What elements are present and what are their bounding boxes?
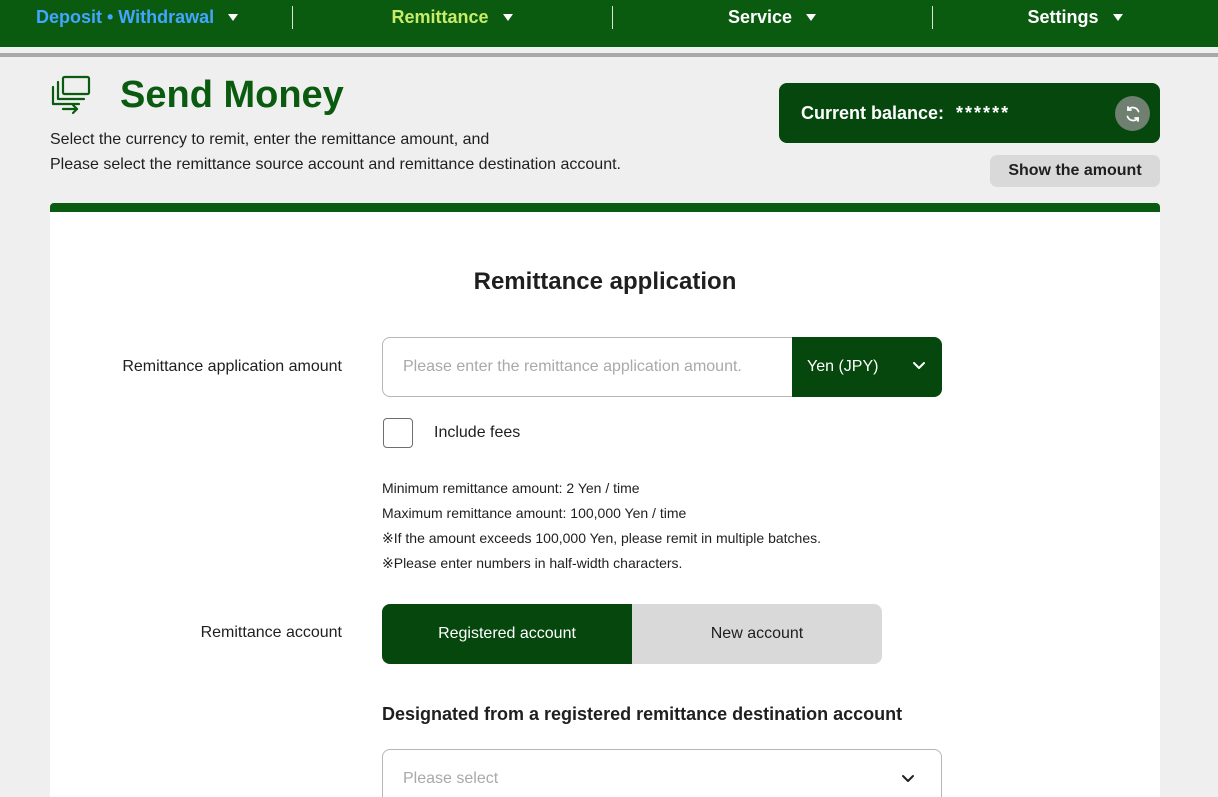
nav-remittance[interactable]: Remittance [292, 0, 612, 34]
registered-account-tab[interactable]: Registered account [382, 604, 632, 664]
amount-label: Remittance application amount [122, 358, 342, 375]
money-transfer-icon [50, 75, 92, 117]
chevron-down-icon [902, 775, 914, 782]
include-fees-label: Include fees [434, 424, 521, 441]
remittance-form-card: Remittance application Remittance applic… [50, 203, 1160, 797]
page-description-line1: Select the currency to remit, enter the … [50, 131, 490, 148]
currency-selected-value: Yen (JPY) [807, 358, 879, 375]
note-multiple-batches: ※If the amount exceeds 100,000 Yen, plea… [382, 530, 822, 546]
nav-service-label: Service [727, 6, 793, 27]
amount-input[interactable] [382, 337, 792, 397]
header-divider [0, 53, 1218, 57]
balance-label: Current balance: [801, 102, 945, 123]
caret-down-icon [806, 13, 817, 21]
refresh-balance-button[interactable] [1115, 96, 1150, 131]
form-title: Remittance application [473, 268, 737, 295]
note-minimum-amount: Minimum remittance amount: 2 Yen / time [382, 480, 640, 496]
note-half-width: ※Please enter numbers in half-width char… [382, 555, 683, 571]
account-label: Remittance account [200, 624, 342, 641]
nav-remittance-label: Remittance [391, 6, 489, 27]
top-navigation: Deposit • Withdrawal Remittance Service … [0, 0, 1218, 47]
new-account-tab[interactable]: New account [632, 604, 882, 664]
page-title: Send Money [120, 74, 344, 116]
nav-settings-label: Settings [1027, 6, 1099, 27]
nav-deposit-withdrawal[interactable]: Deposit • Withdrawal [36, 0, 250, 34]
balance-panel: Current balance: ****** [779, 83, 1160, 143]
destination-placeholder: Please select [403, 770, 499, 787]
show-amount-button[interactable]: Show the amount [990, 155, 1160, 187]
balance-masked-value: ****** [956, 102, 1011, 123]
chevron-down-icon [913, 362, 925, 369]
destination-account-select[interactable]: Please select [382, 749, 942, 797]
caret-down-icon [228, 13, 239, 21]
nav-deposit-withdrawal-label: Deposit • Withdrawal [36, 6, 215, 27]
refresh-icon [1126, 105, 1139, 122]
note-maximum-amount: Maximum remittance amount: 100,000 Yen /… [382, 505, 687, 521]
nav-service[interactable]: Service [612, 0, 932, 34]
destination-heading: Designated from a registered remittance … [382, 704, 903, 724]
currency-select[interactable]: Yen (JPY) [792, 337, 942, 397]
page-description-line2: Please select the remittance source acco… [50, 156, 621, 173]
nav-settings[interactable]: Settings [932, 0, 1218, 34]
caret-down-icon [502, 13, 513, 21]
caret-down-icon [1112, 13, 1123, 21]
include-fees-checkbox[interactable] [383, 418, 413, 448]
